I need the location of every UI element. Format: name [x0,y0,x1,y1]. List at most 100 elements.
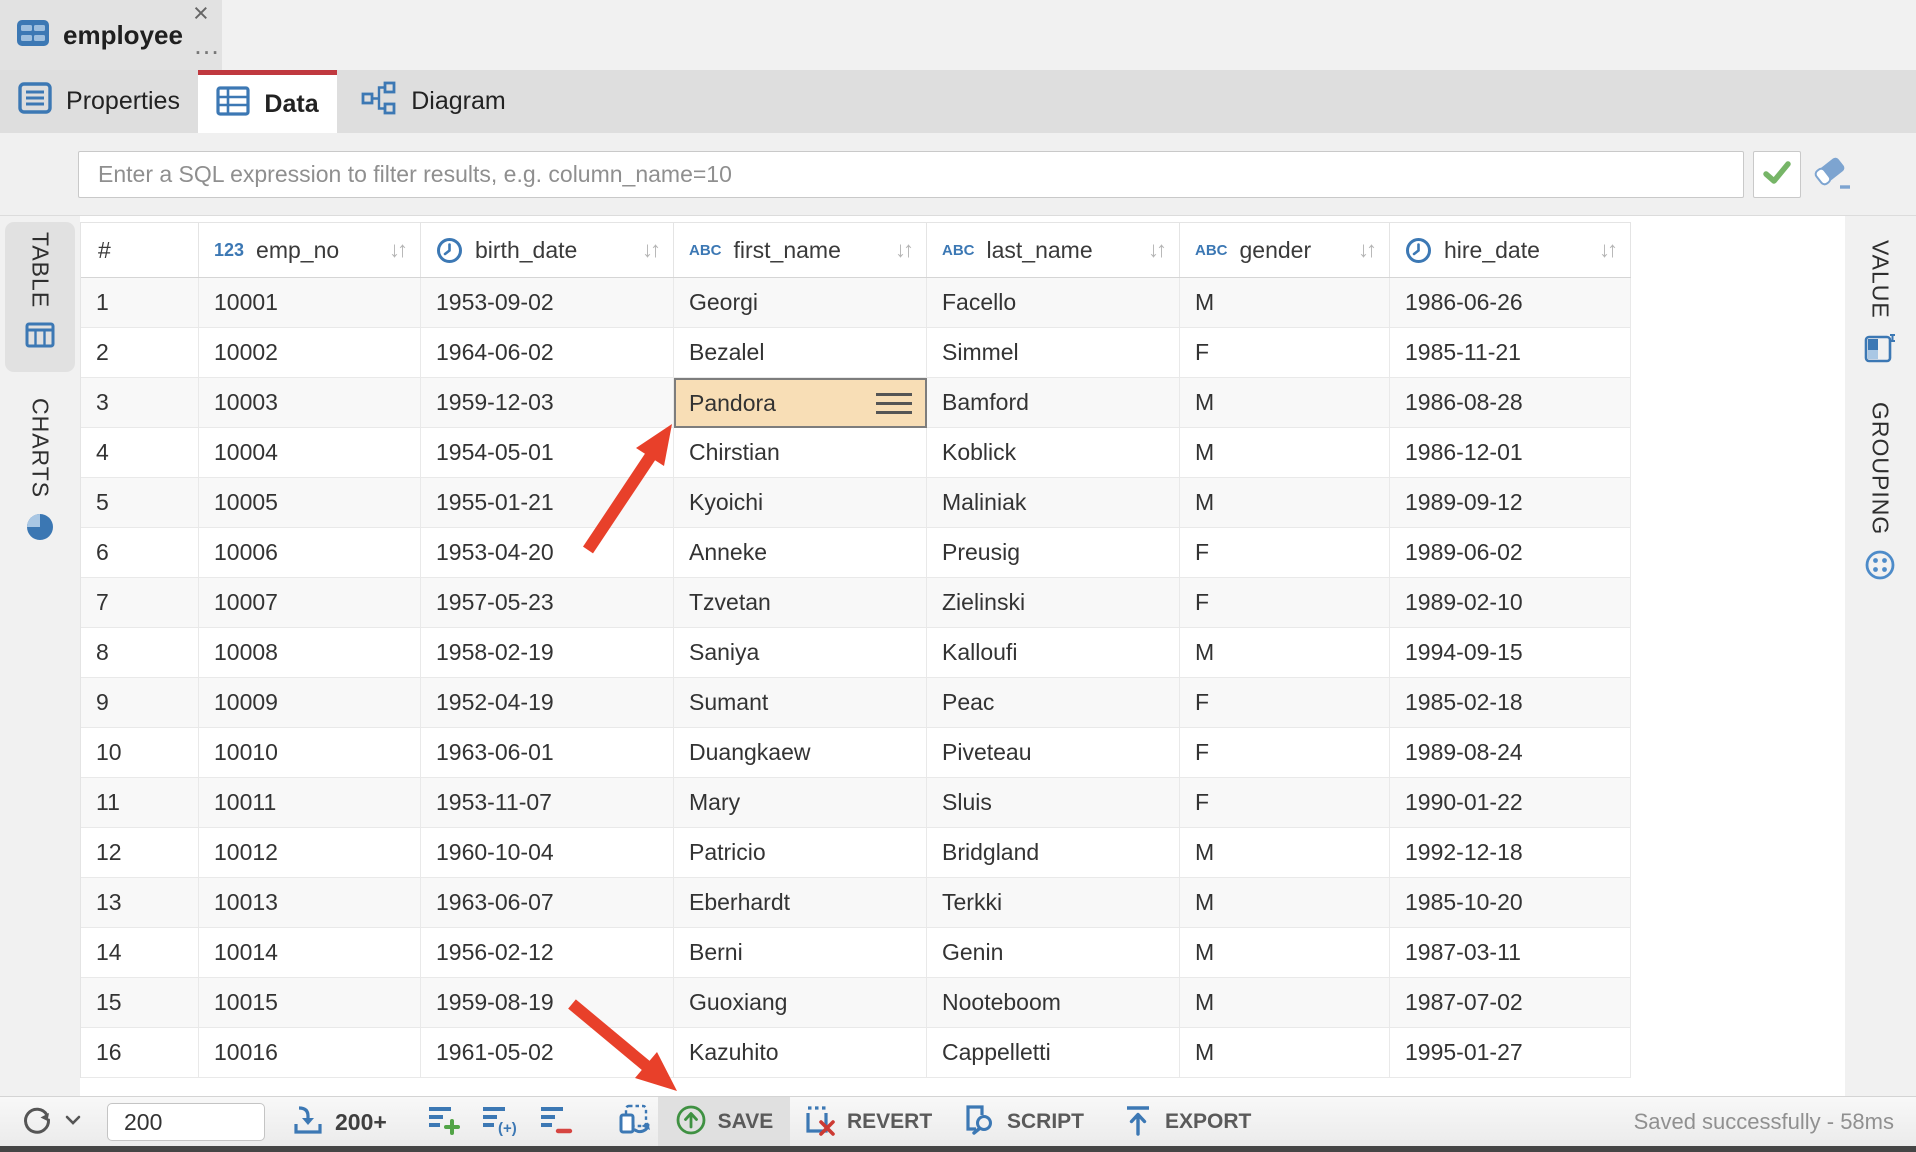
table-cell[interactable]: Bridgland [927,828,1180,878]
table-cell[interactable]: 1956-02-12 [421,928,674,978]
column-header-emp_no[interactable]: 123emp_no↓↑ [199,223,421,277]
table-cell[interactable]: Sluis [927,778,1180,828]
overflow-menu-icon[interactable]: … [193,30,219,60]
table-cell[interactable]: 1954-05-01 [421,428,674,478]
table-cell[interactable]: 10014 [199,928,421,978]
table-cell[interactable]: Kalloufi [927,628,1180,678]
table-cell[interactable]: 10013 [199,878,421,928]
table-cell[interactable]: M [1180,828,1390,878]
column-header-first_name[interactable]: ABCfirst_name↓↑ [674,223,927,277]
table-cell[interactable]: Duangkaew [674,728,927,778]
table-cell[interactable]: M [1180,378,1390,428]
panel-tab-grouping[interactable]: GROUPING [1846,392,1914,572]
table-cell[interactable]: Georgi [674,278,927,328]
table-cell[interactable]: 1990-01-22 [1390,778,1631,828]
table-cell[interactable]: M [1180,878,1390,928]
row-number-cell[interactable]: 16 [81,1028,199,1078]
table-cell[interactable]: 1989-09-12 [1390,478,1631,528]
delete-row-button[interactable] [539,1097,573,1147]
table-cell[interactable]: 1994-09-15 [1390,628,1631,678]
panel-tab-table[interactable]: TABLE [5,222,75,372]
selected-cell[interactable]: Pandora [674,378,927,428]
row-number-cell[interactable]: 14 [81,928,199,978]
row-number-cell[interactable]: 15 [81,978,199,1028]
table-cell[interactable]: 1989-02-10 [1390,578,1631,628]
table-cell[interactable]: M [1180,978,1390,1028]
table-cell[interactable]: Anneke [674,528,927,578]
duplicate-row-button[interactable]: (+) [481,1097,517,1147]
row-number-cell[interactable]: 12 [81,828,199,878]
table-cell[interactable]: 10008 [199,628,421,678]
table-cell[interactable]: 10009 [199,678,421,728]
table-cell[interactable]: 1963-06-07 [421,878,674,928]
table-cell[interactable]: 1986-06-26 [1390,278,1631,328]
table-cell[interactable]: 10002 [199,328,421,378]
table-cell[interactable]: Terkki [927,878,1180,928]
table-cell[interactable]: Bamford [927,378,1180,428]
filter-input[interactable] [78,151,1744,198]
panel-tab-charts[interactable]: CHARTS [5,388,75,548]
column-header-gender[interactable]: ABCgender↓↑ [1180,223,1390,277]
table-cell[interactable]: F [1180,578,1390,628]
table-cell[interactable]: 1985-02-18 [1390,678,1631,728]
table-cell[interactable]: 1957-05-23 [421,578,674,628]
table-cell[interactable]: 1959-08-19 [421,978,674,1028]
table-cell[interactable]: 1955-01-21 [421,478,674,528]
sort-toggle-icon[interactable]: ↓↑ [381,237,405,263]
table-cell[interactable]: Guoxiang [674,978,927,1028]
row-number-cell[interactable]: 6 [81,528,199,578]
table-cell[interactable]: Cappelletti [927,1028,1180,1078]
table-cell[interactable]: Maliniak [927,478,1180,528]
table-cell[interactable]: 1958-02-19 [421,628,674,678]
table-cell[interactable]: 10012 [199,828,421,878]
table-cell[interactable]: Piveteau [927,728,1180,778]
table-cell[interactable]: 1952-04-19 [421,678,674,728]
tab-diagram[interactable]: Diagram [337,70,530,133]
table-cell[interactable]: Eberhardt [674,878,927,928]
table-cell[interactable]: 10003 [199,378,421,428]
refresh-button[interactable] [20,1097,81,1147]
sort-toggle-icon[interactable]: ↓↑ [1591,237,1615,263]
table-cell[interactable]: M [1180,1028,1390,1078]
table-cell[interactable]: 10016 [199,1028,421,1078]
row-number-cell[interactable]: 5 [81,478,199,528]
table-cell[interactable]: M [1180,278,1390,328]
table-cell[interactable]: Berni [674,928,927,978]
table-cell[interactable]: 1989-08-24 [1390,728,1631,778]
table-cell[interactable]: Patricio [674,828,927,878]
table-cell[interactable]: 1959-12-03 [421,378,674,428]
sort-toggle-icon[interactable]: ↓↑ [887,237,911,263]
table-cell[interactable]: 1985-10-20 [1390,878,1631,928]
table-cell[interactable]: Chirstian [674,428,927,478]
sort-toggle-icon[interactable]: ↓↑ [1350,237,1374,263]
table-cell[interactable]: F [1180,528,1390,578]
table-cell[interactable]: Mary [674,778,927,828]
table-cell[interactable]: Peac [927,678,1180,728]
table-cell[interactable]: 1987-03-11 [1390,928,1631,978]
table-cell[interactable]: F [1180,328,1390,378]
table-cell[interactable]: F [1180,728,1390,778]
sort-toggle-icon[interactable]: ↓↑ [1140,237,1164,263]
eraser-icon[interactable] [1812,157,1856,198]
table-cell[interactable]: 1986-12-01 [1390,428,1631,478]
revert-button[interactable]: REVERT [802,1097,932,1147]
table-cell[interactable]: 1964-06-02 [421,328,674,378]
row-number-cell[interactable]: 7 [81,578,199,628]
table-cell[interactable]: 10006 [199,528,421,578]
save-button[interactable]: SAVE [658,1097,790,1147]
table-cell[interactable]: M [1180,628,1390,678]
table-cell[interactable]: 10015 [199,978,421,1028]
row-limit-input[interactable] [107,1103,265,1141]
table-cell[interactable]: Preusig [927,528,1180,578]
column-header-hire_date[interactable]: hire_date↓↑ [1390,223,1631,277]
table-cell[interactable]: 10007 [199,578,421,628]
table-cell[interactable]: 10001 [199,278,421,328]
add-row-button[interactable] [427,1097,461,1147]
column-header-last_name[interactable]: ABClast_name↓↑ [927,223,1180,277]
editor-tab-employee[interactable]: employee × … [0,0,222,70]
table-cell[interactable]: Kyoichi [674,478,927,528]
cell-menu-icon[interactable] [876,393,912,414]
table-cell[interactable]: 10011 [199,778,421,828]
table-cell[interactable]: 10005 [199,478,421,528]
row-number-cell[interactable]: 13 [81,878,199,928]
